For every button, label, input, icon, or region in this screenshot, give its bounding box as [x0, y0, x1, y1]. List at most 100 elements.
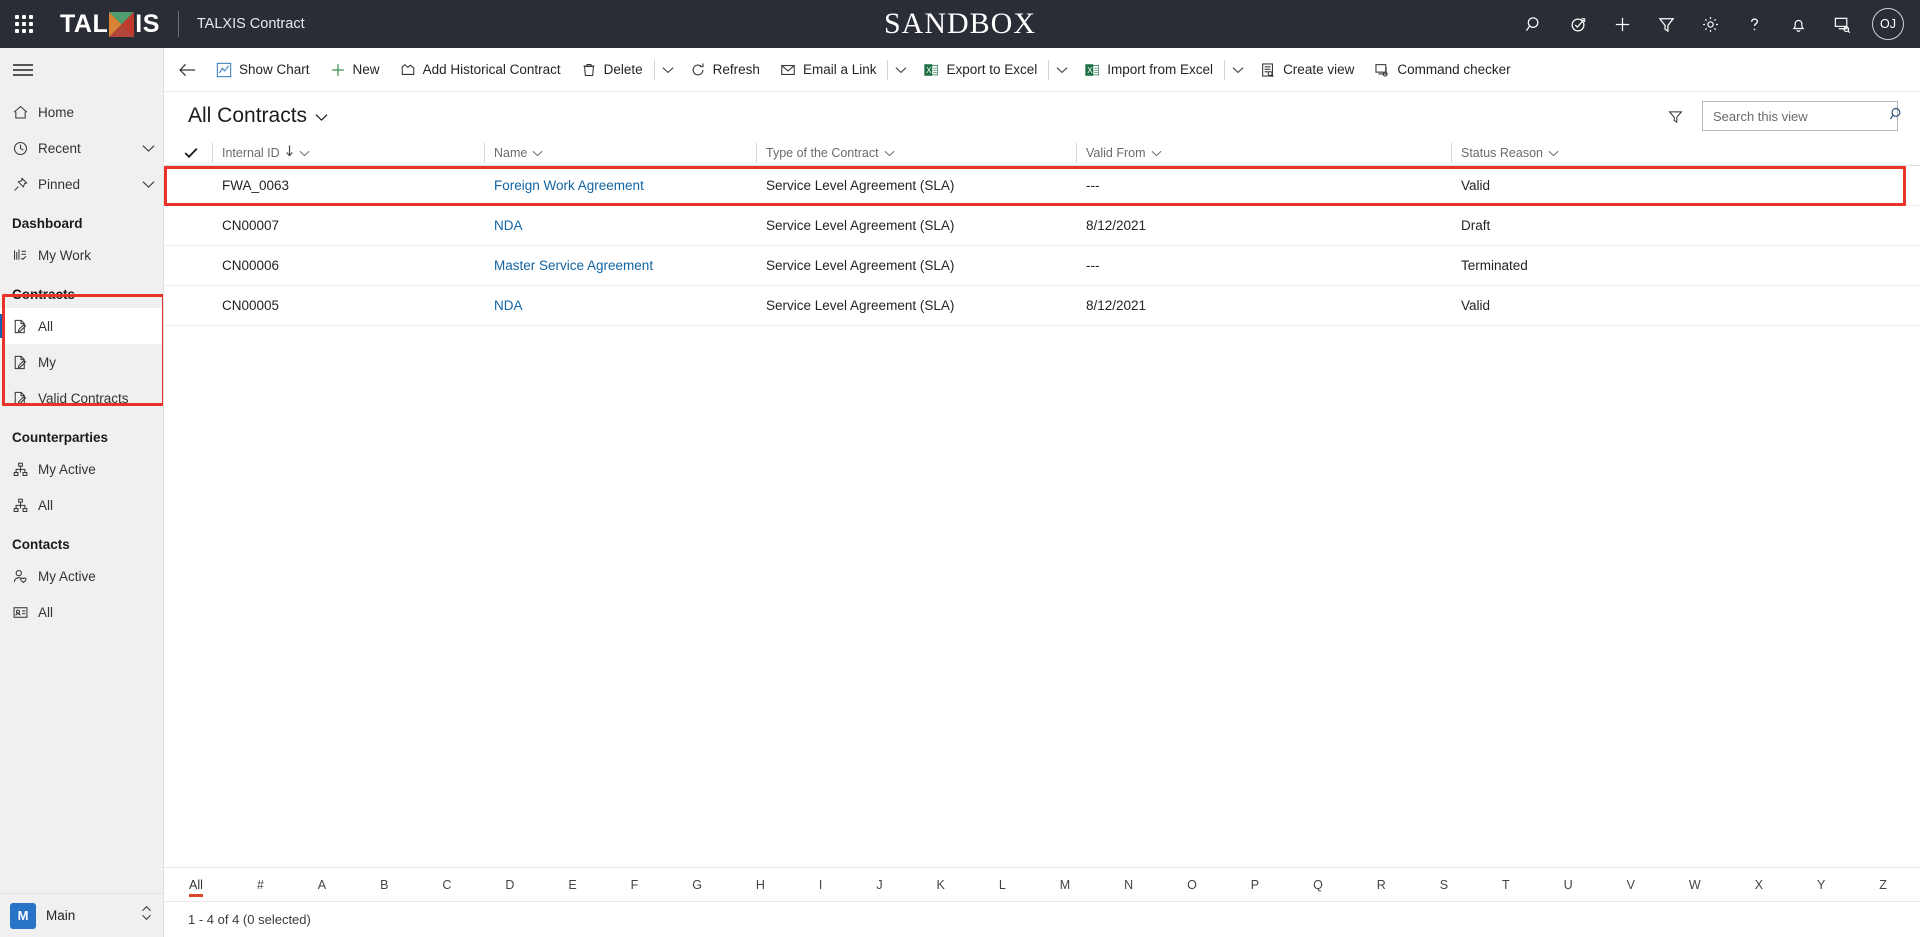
alpha-index-item[interactable]: Y	[1814, 876, 1828, 894]
sidebar-item-contracts-all[interactable]: All	[0, 308, 163, 344]
table-row[interactable]: FWA_0063 Foreign Work Agreement Service …	[164, 166, 1920, 206]
alpha-index-item[interactable]: I	[816, 876, 825, 894]
alpha-index-item[interactable]: R	[1374, 876, 1389, 894]
sidebar-item-home[interactable]: Home	[0, 94, 163, 130]
column-header-internal-id[interactable]: Internal ID	[212, 142, 484, 163]
search-input[interactable]	[1713, 108, 1889, 124]
sidebar-item-recent[interactable]: Recent	[0, 130, 163, 166]
chevron-down-icon[interactable]	[1548, 146, 1559, 160]
alpha-index-item[interactable]: V	[1624, 876, 1638, 894]
alpha-index-item[interactable]: K	[934, 876, 948, 894]
cell-name-link[interactable]: Foreign Work Agreement	[484, 178, 756, 193]
create-view-button[interactable]: Create view	[1250, 50, 1364, 90]
feedback-icon[interactable]	[1820, 0, 1864, 48]
alpha-index-item[interactable]: S	[1437, 876, 1451, 894]
show-chart-button[interactable]: Show Chart	[206, 50, 320, 90]
export-excel-overflow-chevron-icon[interactable]	[1050, 50, 1074, 90]
table-row[interactable]: CN00007 NDA Service Level Agreement (SLA…	[164, 206, 1920, 246]
column-header-valid-from[interactable]: Valid From	[1076, 142, 1451, 163]
search-icon[interactable]	[1889, 106, 1905, 127]
sidebar-item-contracts-my[interactable]: My	[0, 344, 163, 380]
table-row[interactable]: CN00006 Master Service Agreement Service…	[164, 246, 1920, 286]
alpha-index-item[interactable]: D	[502, 876, 517, 894]
alpha-index-item[interactable]: N	[1121, 876, 1136, 894]
column-header-name[interactable]: Name	[484, 142, 756, 163]
alpha-index-item[interactable]: X	[1752, 876, 1766, 894]
alpha-index-item[interactable]: A	[315, 876, 329, 894]
column-header-type-of-the-contract[interactable]: Type of the Contract	[756, 142, 1076, 163]
cell-status-reason: Valid	[1461, 298, 1491, 313]
email-a-link-button[interactable]: Email a Link	[770, 50, 887, 90]
chevron-down-icon[interactable]	[299, 146, 310, 160]
alpha-index-item[interactable]: Q	[1310, 876, 1326, 894]
import-excel-overflow-chevron-icon[interactable]	[1226, 50, 1250, 90]
alpha-index-item[interactable]: L	[996, 876, 1009, 894]
sidebar-item-my-work[interactable]: My Work	[0, 237, 163, 273]
select-all-checkbox[interactable]	[178, 147, 212, 159]
cell-internal-id: CN00007	[222, 218, 280, 233]
up-down-chevron-icon[interactable]	[140, 904, 153, 927]
alpha-index-item[interactable]: Z	[1876, 876, 1890, 894]
help-icon[interactable]	[1732, 0, 1776, 48]
email-link-overflow-chevron-icon[interactable]	[889, 50, 913, 90]
back-arrow-icon[interactable]	[168, 50, 206, 90]
quick-create-icon[interactable]	[1600, 0, 1644, 48]
brand-area[interactable]: TAL IS TALXIS Contract	[48, 10, 305, 39]
refresh-button[interactable]: Refresh	[680, 50, 770, 90]
search-this-view-box[interactable]	[1702, 101, 1901, 131]
sidebar-item-contacts-my-active[interactable]: My Active	[0, 558, 163, 594]
cell-name-link[interactable]: Master Service Agreement	[484, 258, 756, 273]
chevron-down-icon[interactable]	[1151, 146, 1162, 160]
chevron-down-icon[interactable]	[884, 146, 895, 160]
diagnostics-icon[interactable]	[1556, 0, 1600, 48]
command-checker-button[interactable]: Command checker	[1364, 50, 1520, 90]
nav-toggle-button[interactable]	[0, 48, 163, 92]
settings-gear-icon[interactable]	[1688, 0, 1732, 48]
alpha-index-item[interactable]: W	[1686, 876, 1704, 894]
column-label: Type of the Contract	[766, 145, 879, 160]
alpha-index-item[interactable]: U	[1561, 876, 1576, 894]
alpha-index-item[interactable]: #	[254, 876, 267, 894]
alpha-index-item[interactable]: All	[186, 876, 206, 897]
area-badge: M	[10, 902, 36, 929]
alpha-index-item[interactable]: E	[565, 876, 579, 894]
alpha-index-item[interactable]: H	[753, 876, 768, 894]
alpha-index-item[interactable]: J	[873, 876, 885, 894]
chevron-down-icon[interactable]	[532, 146, 543, 160]
alpha-index-item[interactable]: O	[1184, 876, 1200, 894]
app-launcher-button[interactable]	[0, 0, 48, 48]
area-switcher[interactable]: M Main	[0, 893, 163, 937]
chevron-down-icon[interactable]	[133, 180, 163, 189]
delete-button[interactable]: Delete	[571, 50, 653, 90]
add-historical-contract-button[interactable]: Add Historical Contract	[390, 50, 571, 90]
sidebar-item-pinned[interactable]: Pinned	[0, 166, 163, 202]
column-header-status-reason[interactable]: Status Reason	[1451, 142, 1920, 163]
user-avatar[interactable]: OJ	[1872, 8, 1904, 40]
alpha-index-item[interactable]: P	[1248, 876, 1262, 894]
import-from-excel-button[interactable]: X Import from Excel	[1074, 50, 1223, 90]
table-row[interactable]: CN00005 NDA Service Level Agreement (SLA…	[164, 286, 1920, 326]
export-to-excel-button[interactable]: X Export to Excel	[913, 50, 1047, 90]
alpha-index-item[interactable]: G	[689, 876, 705, 894]
alpha-index-item[interactable]: M	[1057, 876, 1073, 894]
alpha-index-item[interactable]: B	[377, 876, 391, 894]
alpha-index-item[interactable]: T	[1499, 876, 1513, 894]
delete-overflow-chevron-icon[interactable]	[656, 50, 680, 90]
search-icon[interactable]	[1512, 0, 1556, 48]
new-button[interactable]: New	[320, 50, 390, 90]
filter-icon[interactable]	[1662, 103, 1688, 129]
alpha-index-item[interactable]: C	[439, 876, 454, 894]
chevron-down-icon[interactable]	[315, 104, 328, 128]
view-selector[interactable]: All Contracts	[188, 104, 328, 128]
command-label: New	[352, 62, 380, 77]
sidebar-item-counterparties-all[interactable]: All	[0, 487, 163, 523]
cell-name-link[interactable]: NDA	[484, 298, 756, 313]
sidebar-item-valid-contracts[interactable]: Valid Contracts	[0, 380, 163, 416]
chevron-down-icon[interactable]	[133, 144, 163, 153]
cell-name-link[interactable]: NDA	[484, 218, 756, 233]
sidebar-item-counterparties-my-active[interactable]: My Active	[0, 451, 163, 487]
filter-icon[interactable]	[1644, 0, 1688, 48]
notifications-bell-icon[interactable]	[1776, 0, 1820, 48]
alpha-index-item[interactable]: F	[628, 876, 642, 894]
sidebar-item-contacts-all[interactable]: All	[0, 594, 163, 630]
